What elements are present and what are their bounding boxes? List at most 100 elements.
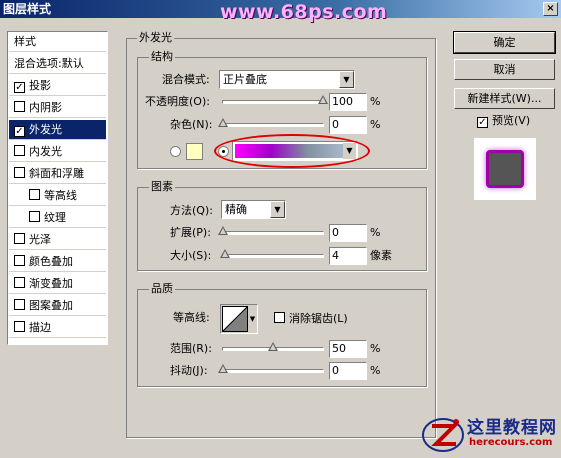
- jitter-label: 抖动(J):: [170, 364, 208, 377]
- styles-item-label: 斜面和浮雕: [29, 167, 84, 180]
- styles-item-label: 混合选项:默认: [14, 57, 84, 70]
- logo-z-icon: [422, 418, 464, 452]
- styles-item-stroke[interactable]: 描边: [9, 318, 106, 338]
- styles-item-checkbox[interactable]: ✓: [14, 82, 25, 93]
- blend-mode-select[interactable]: 正片叠底 ▼: [219, 70, 355, 89]
- styles-item-label: 光泽: [29, 233, 51, 246]
- jitter-input[interactable]: 0: [329, 362, 367, 380]
- styles-header[interactable]: 样式: [9, 32, 106, 52]
- outer-glow-title: 外发光: [137, 31, 174, 45]
- noise-slider[interactable]: [218, 118, 324, 127]
- styles-item-checkbox[interactable]: ✓: [14, 126, 25, 137]
- styles-item-inner-shadow[interactable]: 内阴影: [9, 98, 106, 118]
- styles-item-satin[interactable]: 光泽: [9, 230, 106, 250]
- spread-label: 扩展(P):: [170, 226, 211, 239]
- ok-button[interactable]: 确定: [453, 31, 556, 54]
- style-preview: [474, 138, 536, 200]
- cancel-button[interactable]: 取消: [454, 59, 555, 80]
- chevron-down-icon[interactable]: ▼: [248, 305, 257, 333]
- structure-title: 结构: [149, 50, 175, 64]
- opacity-slider-thumb[interactable]: [318, 95, 328, 104]
- styles-item-checkbox[interactable]: [29, 211, 40, 222]
- styles-item-checkbox[interactable]: [29, 189, 40, 200]
- size-slider-thumb[interactable]: [220, 249, 230, 258]
- styles-item-label: 渐变叠加: [29, 277, 73, 290]
- window-title: 图层样式: [3, 2, 52, 16]
- styles-item-checkbox[interactable]: [14, 277, 25, 288]
- blend-mode-label: 混合模式:: [162, 73, 210, 86]
- elements-title: 图素: [149, 180, 175, 194]
- preview-swatch: [486, 150, 524, 188]
- technique-label: 方法(Q):: [170, 204, 213, 217]
- styles-item-checkbox[interactable]: [14, 255, 25, 266]
- preview-checkbox-row[interactable]: ✓ 预览(V): [477, 113, 530, 129]
- styles-item-blend-options[interactable]: 混合选项:默认: [9, 54, 106, 74]
- size-input[interactable]: 4: [329, 247, 367, 265]
- size-slider[interactable]: [220, 249, 324, 258]
- range-slider[interactable]: [222, 342, 324, 351]
- styles-item-label: 投影: [29, 79, 51, 92]
- chevron-down-icon: ▼: [339, 71, 354, 88]
- styles-item-contour[interactable]: 等高线: [9, 186, 106, 206]
- contour-label: 等高线:: [173, 311, 210, 324]
- noise-unit: %: [370, 118, 381, 131]
- styles-item-label: 外发光: [29, 123, 62, 136]
- noise-slider-thumb[interactable]: [218, 118, 228, 127]
- opacity-slider[interactable]: [222, 95, 328, 104]
- styles-item-texture[interactable]: 纹理: [9, 208, 106, 228]
- antialias-checkbox[interactable]: [274, 312, 285, 323]
- range-label: 范围(R):: [170, 342, 212, 355]
- size-label: 大小(S):: [170, 249, 212, 262]
- styles-item-checkbox[interactable]: [14, 145, 25, 156]
- styles-list-panel: 样式 混合选项:默认 ✓ 投影内阴影 ✓ 外发光内发光斜面和浮雕等高线纹理光泽颜色叠加渐…: [7, 31, 108, 345]
- new-style-button[interactable]: 新建样式(W)...: [454, 88, 555, 109]
- antialias-checkbox-row[interactable]: 消除锯齿(L): [274, 311, 348, 327]
- styles-item-label: 等高线: [44, 189, 77, 202]
- spread-slider-thumb[interactable]: [218, 226, 228, 235]
- spread-unit: %: [370, 226, 381, 239]
- range-unit: %: [370, 342, 381, 355]
- styles-item-inner-glow[interactable]: 内发光: [9, 142, 106, 162]
- spread-input[interactable]: 0: [329, 224, 367, 242]
- spread-slider[interactable]: [218, 226, 324, 235]
- styles-item-color-overlay[interactable]: 颜色叠加: [9, 252, 106, 272]
- styles-item-label: 内发光: [29, 145, 62, 158]
- blend-mode-value: 正片叠底: [223, 73, 267, 86]
- technique-select[interactable]: 精确 ▼: [221, 200, 286, 219]
- preview-label: 预览(V): [492, 114, 531, 127]
- solid-color-radio[interactable]: [170, 146, 181, 157]
- opacity-unit: %: [370, 95, 381, 108]
- styles-item-checkbox[interactable]: [14, 167, 25, 178]
- jitter-slider[interactable]: [218, 364, 324, 373]
- close-button[interactable]: ×: [543, 2, 558, 16]
- logo-text-en: herecours.com: [469, 437, 553, 448]
- styles-item-checkbox[interactable]: [14, 321, 25, 332]
- site-logo: 这里教程网 herecours.com: [420, 410, 561, 458]
- opacity-label: 不透明度(O):: [145, 95, 210, 108]
- styles-item-gradient-overlay[interactable]: 渐变叠加: [9, 274, 106, 294]
- jitter-slider-thumb[interactable]: [218, 364, 228, 373]
- styles-item-pattern-overlay[interactable]: 图案叠加: [9, 296, 106, 316]
- antialias-label: 消除锯齿(L): [289, 312, 348, 325]
- styles-item-outer-glow[interactable]: ✓ 外发光: [9, 120, 106, 140]
- quality-title: 品质: [149, 282, 175, 296]
- site-watermark: www.68ps.com: [220, 1, 388, 23]
- linear-contour-icon: [222, 306, 248, 332]
- noise-input[interactable]: 0: [329, 116, 367, 134]
- contour-picker[interactable]: ▼: [220, 304, 258, 334]
- contour-thumbnail: [222, 306, 248, 332]
- styles-item-checkbox[interactable]: [14, 299, 25, 310]
- styles-item-checkbox[interactable]: [14, 233, 25, 244]
- opacity-input[interactable]: 100: [329, 93, 367, 111]
- glow-color-swatch[interactable]: [186, 143, 203, 160]
- styles-item-label: 颜色叠加: [29, 255, 73, 268]
- styles-item-drop-shadow[interactable]: ✓ 投影: [9, 76, 106, 96]
- styles-item-checkbox[interactable]: [14, 101, 25, 112]
- preview-checkbox[interactable]: ✓: [477, 117, 488, 128]
- styles-item-bevel-emboss[interactable]: 斜面和浮雕: [9, 164, 106, 184]
- styles-item-label: 描边: [29, 321, 51, 334]
- styles-item-label: 图案叠加: [29, 299, 73, 312]
- range-input[interactable]: 50: [329, 340, 367, 358]
- technique-value: 精确: [225, 203, 247, 216]
- range-slider-thumb[interactable]: [268, 342, 278, 351]
